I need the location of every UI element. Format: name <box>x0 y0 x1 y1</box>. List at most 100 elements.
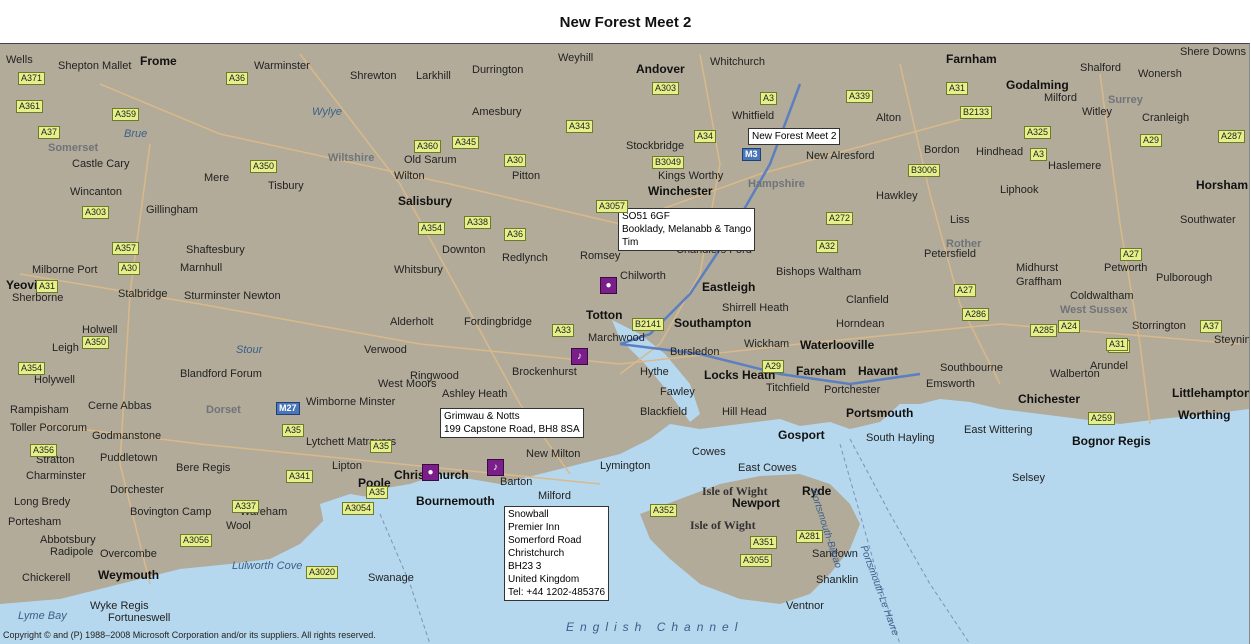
place-label: Fareham <box>796 364 847 378</box>
region-label: Somerset <box>48 142 99 154</box>
place-label: Alton <box>876 112 902 124</box>
place-label: Liss <box>950 214 970 226</box>
place-label: Wyke Regis <box>90 600 149 612</box>
map-canvas[interactable]: Frome Andover Farnham Wells Shepton Mallet Wa… <box>0 43 1250 644</box>
road-shield: A351 <box>750 536 778 549</box>
region-label: Rother <box>946 238 982 250</box>
place-label: Emsworth <box>926 378 975 390</box>
water-label: Brue <box>124 128 148 140</box>
place-label: Shrewton <box>350 70 397 82</box>
place-label: Liphook <box>1000 184 1039 196</box>
place-label: Pitton <box>512 170 541 182</box>
water-label: Wylye <box>312 106 342 118</box>
place-label: Stalbridge <box>118 288 168 300</box>
restaurant-marker-icon[interactable]: ♪ <box>571 348 588 365</box>
meet-label-callout[interactable]: New Forest Meet 2 <box>748 128 841 145</box>
callout-line: Tim <box>622 237 639 248</box>
place-label: Littlehampton <box>1172 386 1250 400</box>
callout-line: 199 Capstone Road, BH8 8SA <box>444 424 580 435</box>
place-label: Marnhull <box>180 262 223 274</box>
road-shield: A338 <box>464 216 492 229</box>
road-shield: A303 <box>82 206 110 219</box>
callout-line: Christchurch <box>508 548 565 559</box>
road-shield: A360 <box>414 140 442 153</box>
place-label: Portesham <box>8 516 62 528</box>
map-background <box>0 44 1249 644</box>
road-shield: A31 <box>946 82 969 95</box>
place-label: Southbourne <box>940 362 1003 374</box>
road-shield: A3 <box>760 92 778 105</box>
region-label: Wiltshire <box>328 152 375 164</box>
road-shield: A303 <box>652 82 680 95</box>
road-shield: A259 <box>1088 412 1116 425</box>
road-shield: A30 <box>504 154 527 167</box>
marker-callout-so51[interactable]: SO51 6GF Booklady, Melanabb & Tango Tim <box>618 208 756 251</box>
place-label: Shalford <box>1080 62 1121 74</box>
road-shield: A352 <box>650 504 678 517</box>
place-label: Storrington <box>1132 320 1186 332</box>
place-label: Waterlooville <box>800 338 875 352</box>
place-label: Coldwaltham <box>1070 290 1134 302</box>
place-label: Worthing <box>1178 408 1231 422</box>
place-label: Chilworth <box>620 270 666 282</box>
road-shield: A325 <box>1024 126 1052 139</box>
place-label: Weymouth <box>98 568 160 582</box>
place-label: Frome <box>140 54 177 68</box>
place-label: East Cowes <box>738 462 797 474</box>
place-label: Chickerell <box>22 572 71 584</box>
place-label: Bovington Camp <box>130 506 212 518</box>
road-shield: A30 <box>118 262 141 275</box>
place-label: Wool <box>226 520 251 532</box>
place-label: Mere <box>204 172 230 184</box>
place-label: Whitchurch <box>710 56 766 68</box>
place-label: Downton <box>442 244 486 256</box>
place-label: Sherborne <box>12 292 64 304</box>
marker-callout-snowball[interactable]: Snowball Premier Inn Somerford Road Chri… <box>504 506 610 601</box>
road-shield: A3057 <box>596 200 629 213</box>
place-label: Shepton Mallet <box>58 60 132 72</box>
place-label: Alderholt <box>390 316 434 328</box>
road-shield: A27 <box>1120 248 1143 261</box>
road-shield: A3054 <box>342 502 375 515</box>
place-label: Petworth <box>1104 262 1148 274</box>
place-label: Verwood <box>364 344 407 356</box>
callout-line: SO51 6GF <box>622 211 670 222</box>
road-shield: A341 <box>286 470 314 483</box>
road-shield: M3 <box>742 148 761 161</box>
water-label: Lyme Bay <box>18 610 67 622</box>
place-label: Gillingham <box>146 204 198 216</box>
road-shield: A350 <box>250 160 278 173</box>
road-shield: A3056 <box>180 534 213 547</box>
place-label: Durrington <box>472 64 524 76</box>
car-marker-icon[interactable]: ● <box>422 464 439 481</box>
place-label: New Alresford <box>806 150 875 162</box>
place-label: Overcombe <box>100 548 157 560</box>
place-label: Shirrell Heath <box>722 302 789 314</box>
callout-line: Tel: +44 1202-485376 <box>508 587 606 598</box>
road-shield: A281 <box>796 530 824 543</box>
place-label: Cowes <box>692 446 726 458</box>
place-label: Milford <box>1044 92 1078 104</box>
place-label: Graffham <box>1016 276 1062 288</box>
place-label: Puddletown <box>100 452 158 464</box>
road-shield: A343 <box>566 120 594 133</box>
place-label: Whitfield <box>732 110 775 122</box>
place-label: Rampisham <box>10 404 69 416</box>
region-label: Surrey <box>1108 94 1143 106</box>
place-label: Milborne Port <box>32 264 98 276</box>
place-label: Bordon <box>924 144 960 156</box>
place-label: Holwell <box>82 324 118 336</box>
marker-callout-grimwau[interactable]: Grimwau & Notts 199 Capstone Road, BH8 8… <box>440 408 584 438</box>
callout-line: Somerford Road <box>508 535 582 546</box>
place-label: Winchester <box>648 184 713 198</box>
road-shield: A36 <box>504 228 527 241</box>
car-marker-icon[interactable]: ● <box>600 277 617 294</box>
road-shield: B2133 <box>960 106 993 119</box>
road-shield: A31 <box>36 280 59 293</box>
road-shield: A32 <box>816 240 839 253</box>
place-label: Haslemere <box>1048 160 1102 172</box>
place-label: West Moors <box>378 378 437 390</box>
place-label: Dorchester <box>110 484 164 496</box>
restaurant-marker-icon[interactable]: ♪ <box>487 459 504 476</box>
road-shield: A3055 <box>740 554 773 567</box>
